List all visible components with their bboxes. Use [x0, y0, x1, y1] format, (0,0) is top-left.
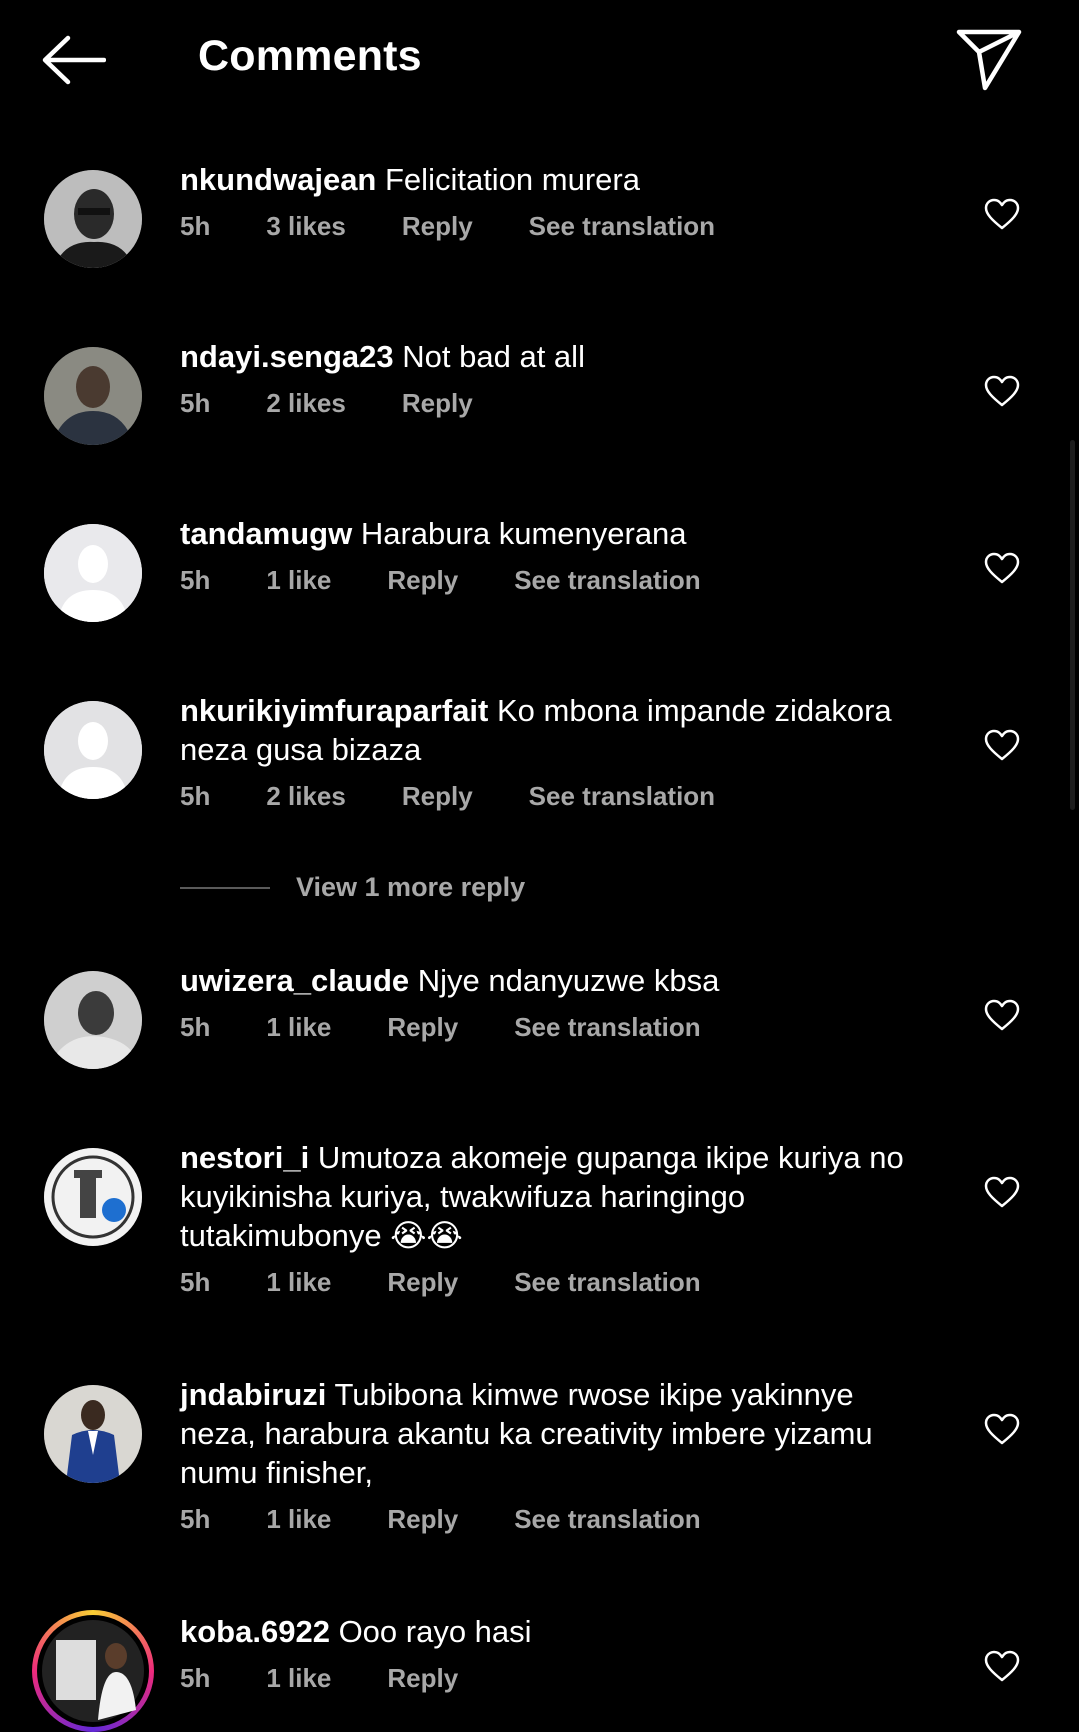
see-translation-button[interactable]: See translation [529, 211, 715, 242]
likes-count[interactable]: 1 like [266, 1267, 331, 1298]
likes-count[interactable]: 2 likes [266, 388, 346, 419]
comment-meta: 5h 1 like Reply See translation [180, 1267, 920, 1298]
likes-count[interactable]: 1 like [266, 1504, 331, 1535]
like-heart-icon[interactable] [984, 729, 1020, 761]
comment-text: tandamugw Harabura kumenyerana [180, 514, 920, 553]
avatar[interactable] [44, 170, 142, 268]
comment-body: Harabura kumenyerana [360, 516, 687, 551]
reply-button[interactable]: Reply [402, 781, 473, 812]
comment-time: 5h [180, 1012, 211, 1042]
comment-time: 5h [180, 1663, 211, 1693]
comment-time: 5h [180, 1504, 211, 1534]
likes-count[interactable]: 1 like [266, 565, 331, 596]
page-title: Comments [198, 32, 422, 80]
avatar[interactable] [44, 701, 142, 799]
comment-meta: 5h 1 like Reply [180, 1663, 920, 1694]
like-heart-icon[interactable] [984, 999, 1020, 1031]
comment-meta: 5h 1 like Reply See translation [180, 1504, 920, 1535]
comment-username[interactable]: jndabiruzi [180, 1377, 326, 1412]
avatar[interactable] [44, 1148, 142, 1246]
reply-button[interactable]: Reply [402, 388, 473, 419]
arrow-left-icon [42, 35, 106, 85]
like-heart-icon[interactable] [984, 1176, 1020, 1208]
reply-button[interactable]: Reply [402, 211, 473, 242]
comment-body: Njye ndanyuzwe kbsa [417, 963, 720, 998]
back-button[interactable] [40, 30, 110, 90]
comment-meta: 5h 2 likes Reply [180, 388, 920, 419]
comment-text: ndayi.senga23 Not bad at all [180, 337, 920, 376]
view-more-replies[interactable]: View 1 more reply [180, 872, 525, 903]
reply-button[interactable]: Reply [387, 1663, 458, 1694]
likes-count[interactable]: 1 like [266, 1012, 331, 1043]
like-heart-icon[interactable] [984, 198, 1020, 230]
comment-time: 5h [180, 388, 211, 418]
see-translation-button[interactable]: See translation [514, 1504, 700, 1535]
comment-meta: 5h 2 likes Reply See translation [180, 781, 920, 812]
likes-count[interactable]: 1 like [266, 1663, 331, 1694]
see-translation-button[interactable]: See translation [514, 1012, 700, 1043]
comment-time: 5h [180, 781, 211, 811]
see-translation-button[interactable]: See translation [514, 1267, 700, 1298]
avatar-with-story-ring[interactable] [32, 1610, 154, 1732]
avatar[interactable] [44, 524, 142, 622]
default-avatar-icon [44, 701, 142, 799]
comment-text: nkurikiyimfuraparfait Ko mbona impande z… [180, 691, 920, 769]
comment-username[interactable]: uwizera_claude [180, 963, 409, 998]
comment-username[interactable]: nestori_i [180, 1140, 309, 1175]
scrollbar[interactable] [1070, 440, 1075, 810]
comment-body: Ooo rayo hasi [338, 1614, 532, 1649]
comment-text: uwizera_claude Njye ndanyuzwe kbsa [180, 961, 920, 1000]
comment-username[interactable]: ndayi.senga23 [180, 339, 394, 374]
reply-button[interactable]: Reply [387, 1504, 458, 1535]
reply-button[interactable]: Reply [387, 565, 458, 596]
comment-body: Felicitation murera [385, 162, 640, 197]
comment-username[interactable]: nkundwajean [180, 162, 376, 197]
header: Comments [0, 0, 1079, 120]
comment-username[interactable]: nkurikiyimfuraparfait [180, 693, 488, 728]
comment-meta: 5h 1 like Reply See translation [180, 565, 920, 596]
see-translation-button[interactable]: See translation [514, 565, 700, 596]
comment-username[interactable]: koba.6922 [180, 1614, 330, 1649]
avatar[interactable] [44, 347, 142, 445]
like-heart-icon[interactable] [984, 1650, 1020, 1682]
comment-meta: 5h 1 like Reply See translation [180, 1012, 920, 1043]
avatar[interactable] [44, 971, 142, 1069]
comment-text: nestori_i Umutoza akomeje gupanga ikipe … [180, 1138, 920, 1255]
reply-button[interactable]: Reply [387, 1267, 458, 1298]
like-heart-icon[interactable] [984, 1413, 1020, 1445]
reply-button[interactable]: Reply [387, 1012, 458, 1043]
view-more-label[interactable]: View 1 more reply [296, 872, 525, 903]
avatar[interactable] [44, 1385, 142, 1483]
comment-time: 5h [180, 1267, 211, 1297]
send-icon [956, 29, 1022, 91]
comment-username[interactable]: tandamugw [180, 516, 352, 551]
like-heart-icon[interactable] [984, 552, 1020, 584]
comment-time: 5h [180, 211, 211, 241]
likes-count[interactable]: 2 likes [266, 781, 346, 812]
see-translation-button[interactable]: See translation [529, 781, 715, 812]
comment-time: 5h [180, 565, 211, 595]
comment-body: Not bad at all [402, 339, 585, 374]
comment-text: jndabiruzi Tubibona kimwe rwose ikipe ya… [180, 1375, 920, 1492]
default-avatar-icon [44, 524, 142, 622]
likes-count[interactable]: 3 likes [266, 211, 346, 242]
comment-text: nkundwajean Felicitation murera [180, 160, 920, 199]
comment-text: koba.6922 Ooo rayo hasi [180, 1612, 920, 1651]
divider [180, 886, 270, 889]
comment-meta: 5h 3 likes Reply See translation [180, 211, 920, 242]
like-heart-icon[interactable] [984, 375, 1020, 407]
share-button[interactable] [955, 26, 1023, 92]
